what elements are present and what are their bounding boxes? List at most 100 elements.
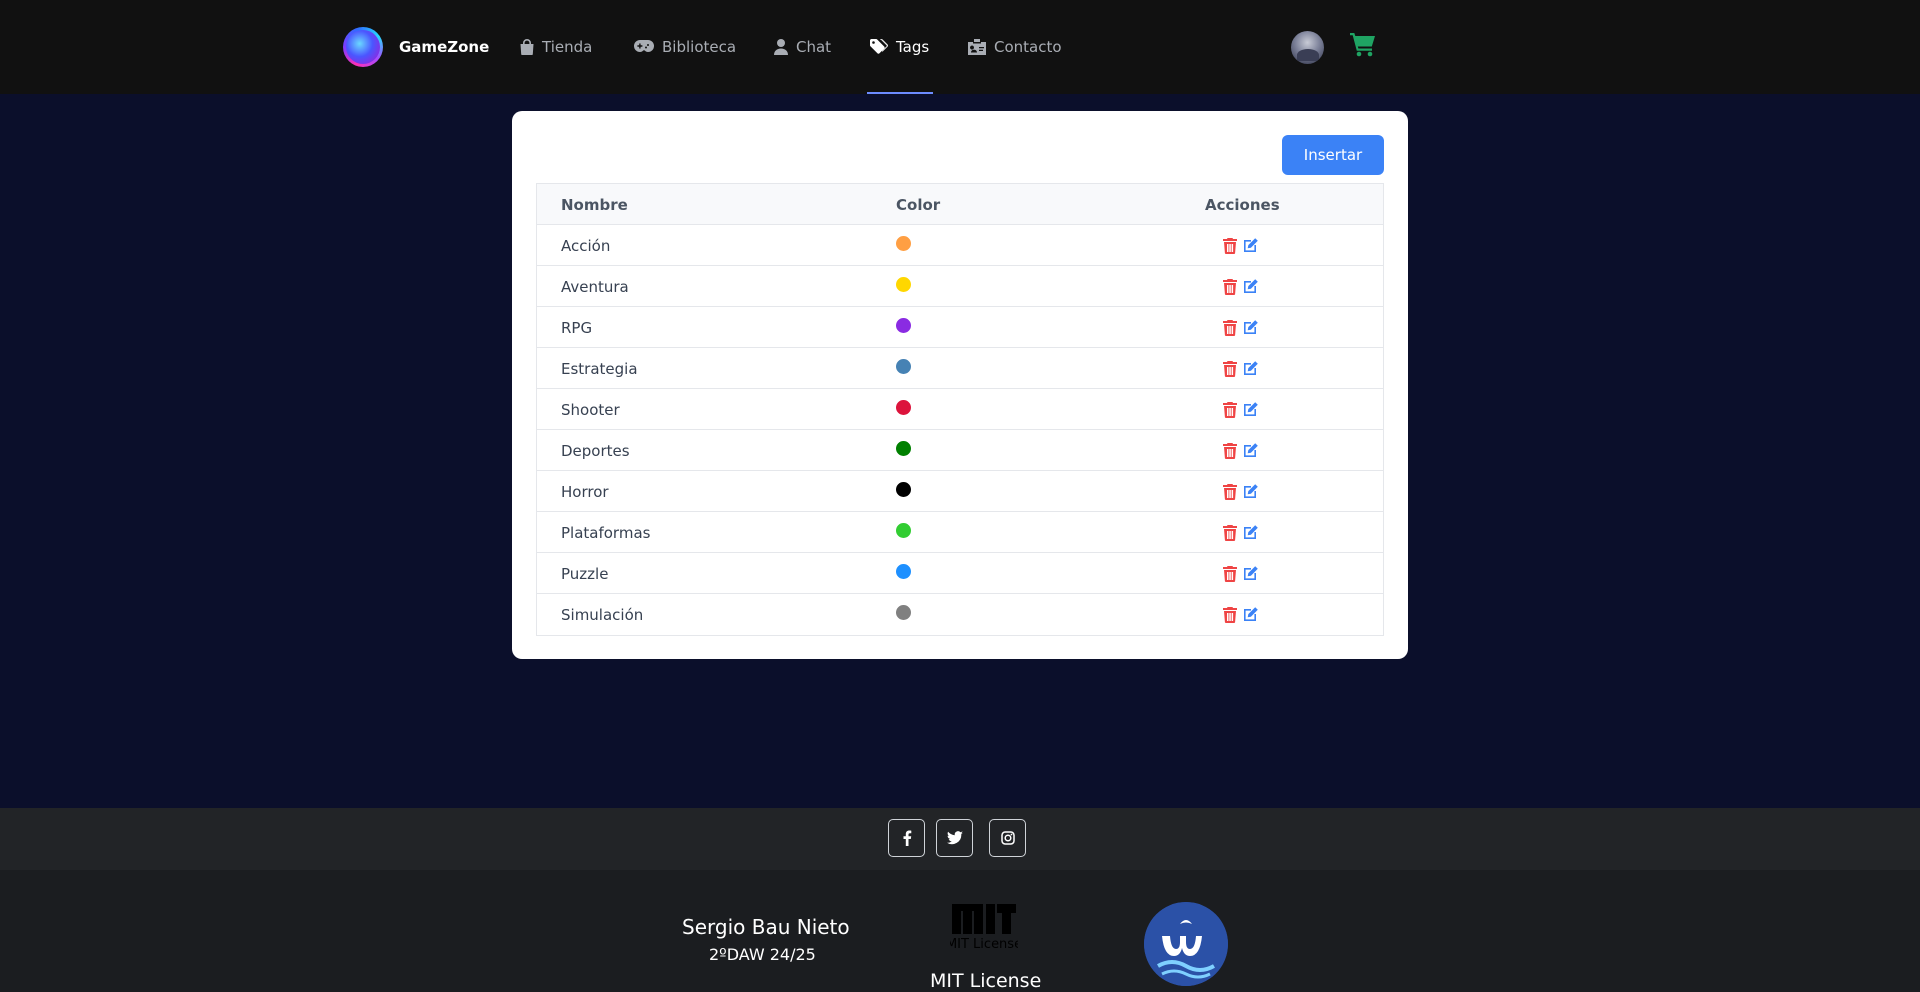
table-row: Simulación	[537, 594, 1383, 635]
active-tab-indicator	[867, 92, 933, 94]
edit-icon	[1244, 402, 1258, 416]
trash-icon	[1223, 279, 1237, 295]
delete-button[interactable]	[1221, 483, 1239, 501]
table-row: Shooter	[537, 389, 1383, 430]
edit-icon	[1244, 279, 1258, 293]
row-actions	[1221, 442, 1261, 460]
edit-icon	[1244, 607, 1258, 621]
edit-button[interactable]	[1241, 524, 1259, 542]
row-actions	[1221, 360, 1261, 378]
tags-card: Insertar Nombre Color Acciones Acción Ave…	[512, 111, 1408, 659]
mit-license-logo: MIT License	[950, 904, 1018, 952]
tag-color-swatch	[896, 441, 911, 456]
delete-button[interactable]	[1221, 401, 1239, 419]
edit-button[interactable]	[1241, 319, 1259, 337]
nav-label-biblioteca: Biblioteca	[662, 38, 737, 56]
edit-icon	[1244, 238, 1258, 252]
delete-button[interactable]	[1221, 278, 1239, 296]
table-row: RPG	[537, 307, 1383, 348]
tag-name: Aventura	[561, 278, 629, 296]
column-header-color: Color	[896, 196, 941, 214]
user-avatar[interactable]	[1291, 31, 1324, 64]
license-label: MIT License	[930, 970, 1042, 992]
instagram-icon	[1000, 831, 1015, 845]
edit-button[interactable]	[1241, 360, 1259, 378]
nav-item-chat[interactable]: Chat	[774, 36, 831, 58]
trash-icon	[1223, 566, 1237, 582]
contact-card-icon	[968, 39, 986, 55]
delete-button[interactable]	[1221, 237, 1239, 255]
tag-color-swatch	[896, 523, 911, 538]
delete-button[interactable]	[1221, 606, 1239, 624]
gamepad-icon	[634, 40, 654, 52]
edit-icon	[1244, 443, 1258, 457]
table-header: Nombre Color Acciones	[537, 184, 1383, 225]
brand-name: GameZone	[399, 38, 490, 56]
edit-button[interactable]	[1241, 565, 1259, 583]
delete-button[interactable]	[1221, 442, 1239, 460]
column-header-name: Nombre	[561, 196, 628, 214]
user-icon	[774, 39, 788, 55]
cart-button[interactable]	[1350, 33, 1376, 61]
table-row: Acción	[537, 225, 1383, 266]
edit-button[interactable]	[1241, 278, 1259, 296]
trash-icon	[1223, 320, 1237, 336]
tags-table: Nombre Color Acciones Acción Aventura RPG E…	[536, 183, 1384, 636]
tag-color-swatch	[896, 564, 911, 579]
tag-name: Shooter	[561, 401, 620, 419]
edit-button[interactable]	[1241, 401, 1259, 419]
delete-button[interactable]	[1221, 319, 1239, 337]
tag-color-swatch	[896, 277, 911, 292]
school-logo	[1144, 902, 1228, 986]
table-row: Deportes	[537, 430, 1383, 471]
delete-button[interactable]	[1221, 565, 1239, 583]
column-header-actions: Acciones	[1205, 196, 1280, 214]
tag-name: Deportes	[561, 442, 630, 460]
nav-item-contacto[interactable]: Contacto	[968, 36, 1062, 58]
twitter-icon	[946, 831, 963, 845]
edit-button[interactable]	[1241, 442, 1259, 460]
trash-icon	[1223, 361, 1237, 377]
nav-item-biblioteca[interactable]: Biblioteca	[634, 36, 736, 58]
table-row: Puzzle	[537, 553, 1383, 594]
tag-name: Plataformas	[561, 524, 651, 542]
edit-icon	[1244, 525, 1258, 539]
shopping-bag-icon	[520, 39, 534, 55]
trash-icon	[1223, 484, 1237, 500]
tag-name: Acción	[561, 237, 611, 255]
edit-button[interactable]	[1241, 483, 1259, 501]
tag-color-swatch	[896, 400, 911, 415]
tag-color-swatch	[896, 359, 911, 374]
table-row: Horror	[537, 471, 1383, 512]
top-navbar: GameZone Tienda Biblioteca Chat Tags Con…	[0, 0, 1920, 94]
facebook-link[interactable]	[888, 819, 925, 857]
facebook-icon	[903, 830, 911, 846]
delete-button[interactable]	[1221, 524, 1239, 542]
tag-name: Estrategia	[561, 360, 638, 378]
nav-label-tienda: Tienda	[542, 38, 593, 56]
insert-button[interactable]: Insertar	[1282, 135, 1384, 175]
cart-icon	[1350, 33, 1375, 57]
trash-icon	[1223, 525, 1237, 541]
brand[interactable]: GameZone	[343, 27, 489, 67]
table-body: Acción Aventura RPG Estrategia Shooter Deport…	[537, 225, 1383, 635]
tag-name: Puzzle	[561, 565, 609, 583]
nav-label-tags: Tags	[896, 38, 930, 56]
mit-logo-text: MIT License	[950, 937, 1018, 952]
row-actions	[1221, 278, 1261, 296]
nav-item-tags[interactable]: Tags	[870, 36, 929, 58]
table-row: Aventura	[537, 266, 1383, 307]
instagram-link[interactable]	[989, 819, 1026, 857]
tag-color-swatch	[896, 236, 911, 251]
twitter-link[interactable]	[936, 819, 973, 857]
nav-item-tienda[interactable]: Tienda	[520, 36, 592, 58]
edit-icon	[1244, 566, 1258, 580]
edit-button[interactable]	[1241, 606, 1259, 624]
tag-name: RPG	[561, 319, 593, 337]
edit-icon	[1244, 484, 1258, 498]
edit-icon	[1244, 320, 1258, 334]
row-actions	[1221, 524, 1261, 542]
tag-color-swatch	[896, 318, 911, 333]
edit-button[interactable]	[1241, 237, 1259, 255]
delete-button[interactable]	[1221, 360, 1239, 378]
